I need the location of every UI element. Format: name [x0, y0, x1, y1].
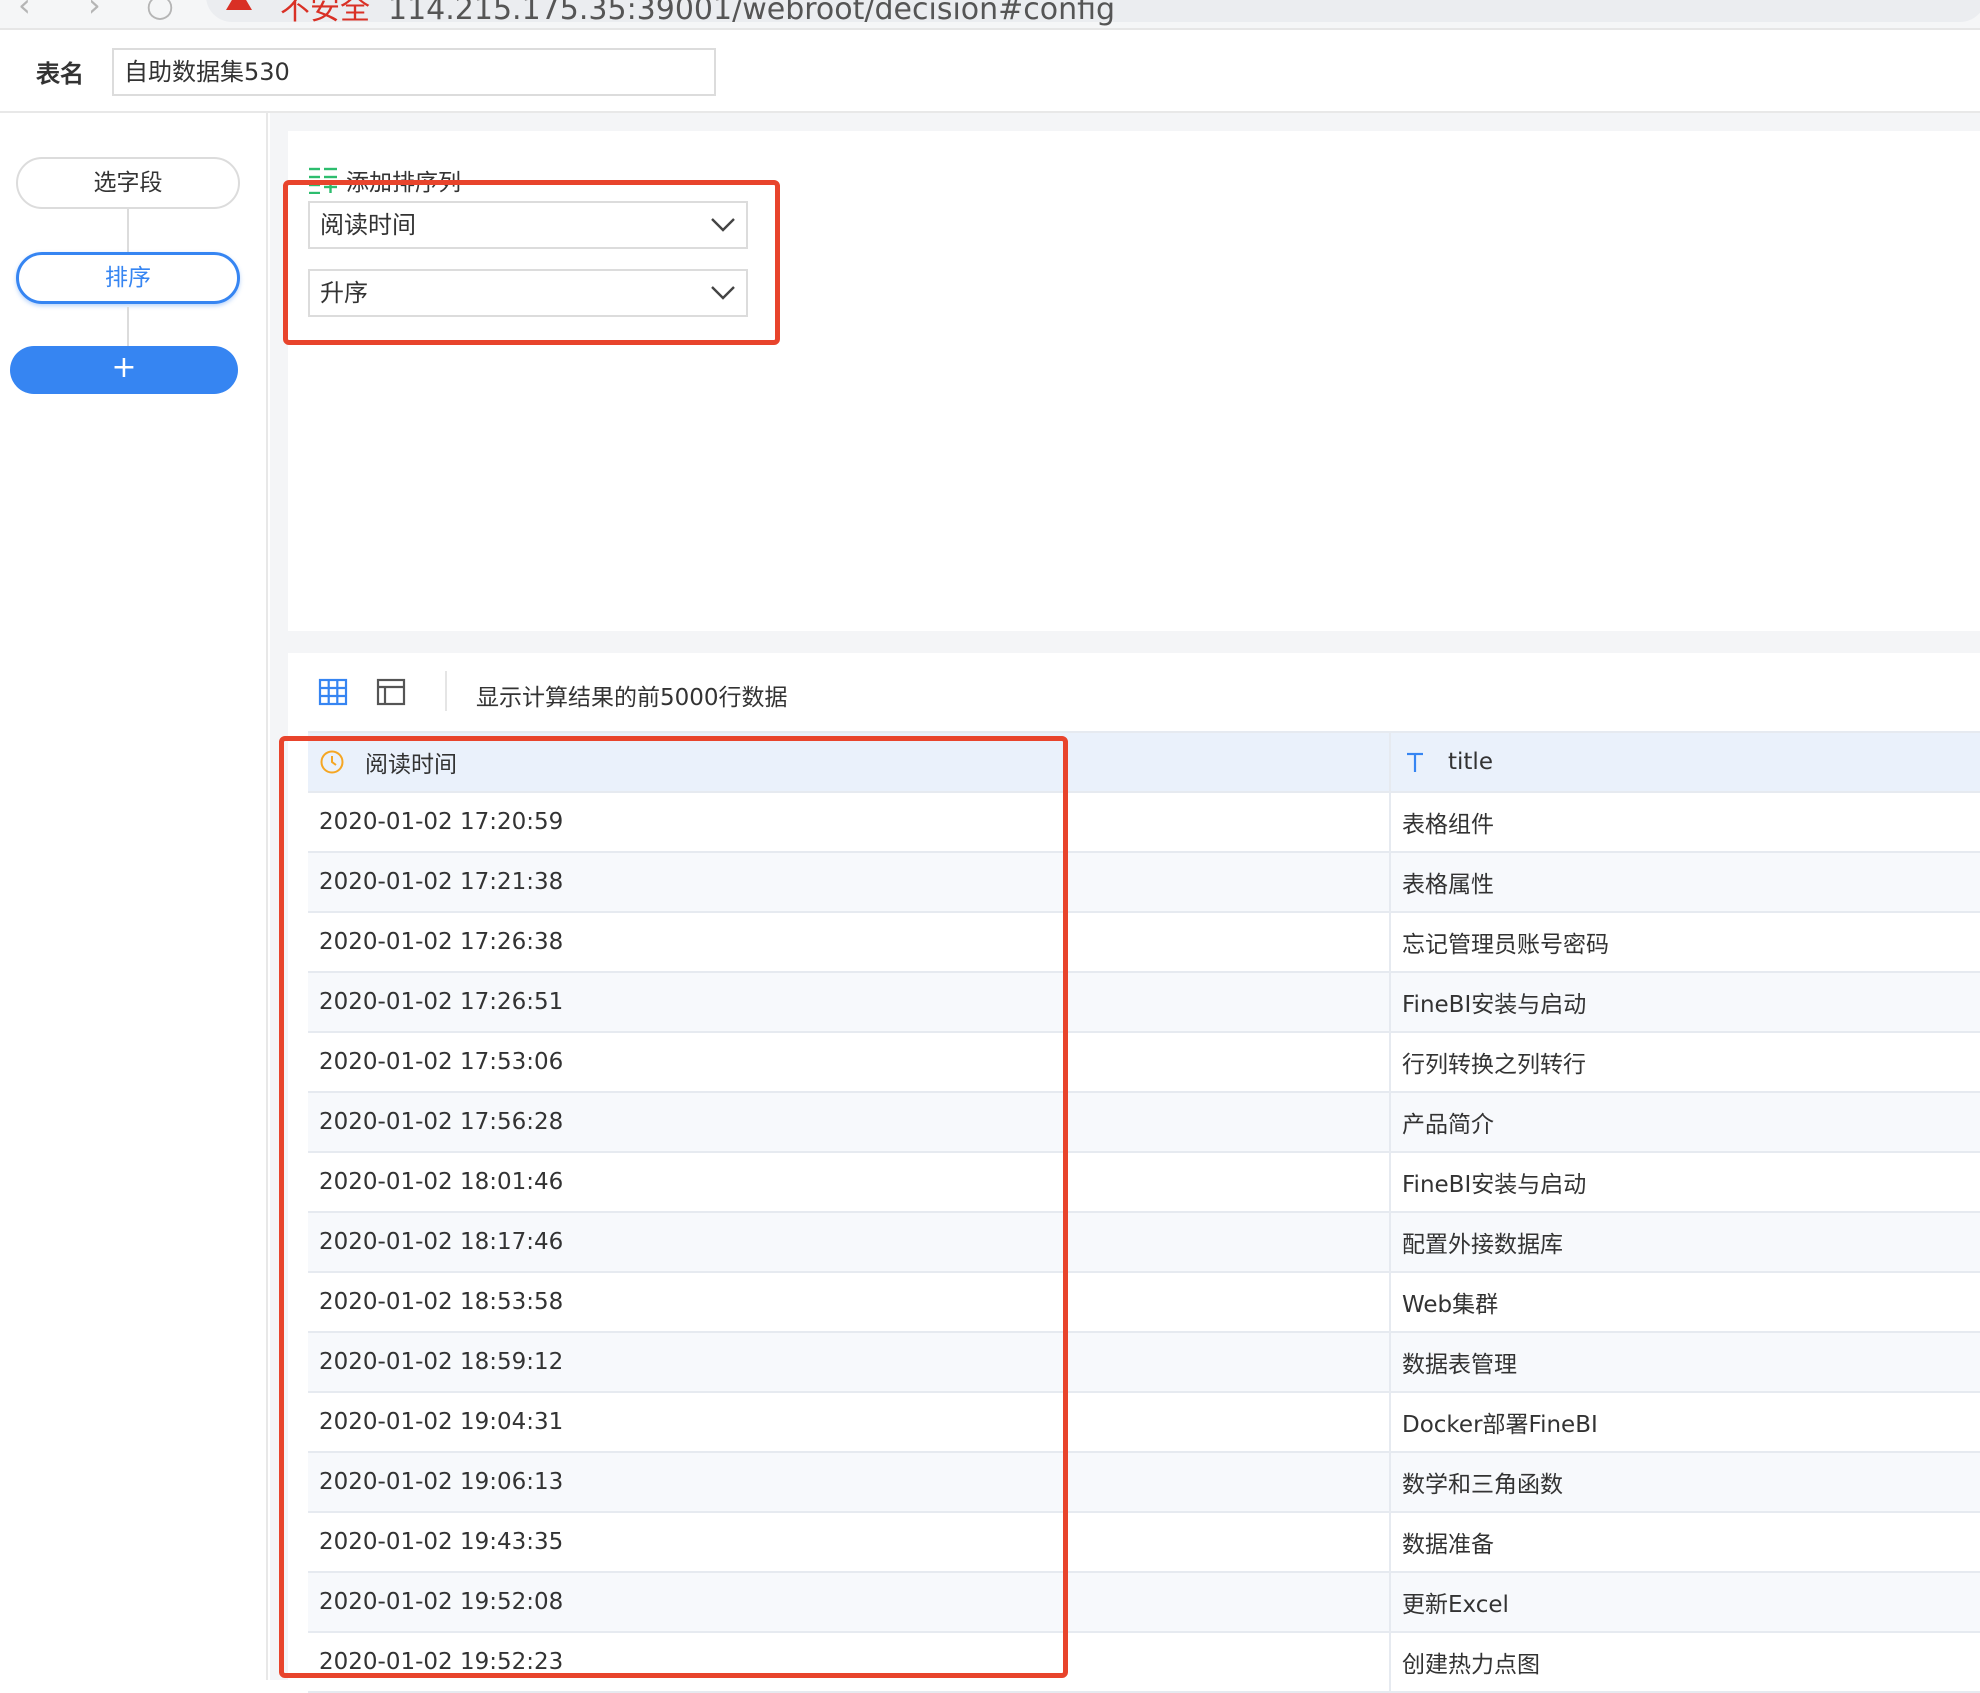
cell-title: Docker部署FineBI: [1389, 1392, 1980, 1453]
cell-title: 行列转换之列转行: [1389, 1032, 1980, 1093]
sort-field-value: 阅读时间: [320, 211, 416, 239]
cell-title: FineBI安装与启动: [1389, 1152, 1980, 1213]
cell-read-time: 2020-01-02 19:43:35: [308, 1512, 1390, 1573]
cell-read-time: 2020-01-02 17:20:59: [308, 792, 1390, 853]
step-connector: [127, 307, 129, 346]
url-text[interactable]: 不安全 114.215.175.35:39001/webroot/decision…: [280, 0, 1115, 28]
table-row: 2020-01-02 17:26:51 FineBI安装与启动: [308, 972, 1980, 1033]
reload-icon[interactable]: ○: [146, 0, 174, 24]
clock-icon: [320, 750, 344, 774]
chevron-down-icon: [711, 286, 735, 300]
cell-read-time: 2020-01-02 19:52:23: [308, 1632, 1390, 1693]
column-header-title[interactable]: title: [1389, 731, 1980, 793]
forward-icon[interactable]: ›: [88, 0, 101, 24]
cell-title: 忘记管理员账号密码: [1389, 912, 1980, 973]
table-row: 2020-01-02 18:17:46 配置外接数据库: [308, 1212, 1980, 1273]
back-icon[interactable]: ‹: [18, 0, 31, 24]
preview-toolbar: 显示计算结果的前5000行数据: [288, 653, 1980, 731]
sort-field-select[interactable]: 阅读时间: [308, 201, 748, 249]
cell-read-time: 2020-01-02 17:21:38: [308, 852, 1390, 913]
browser-address-bar: ‹ › ○ 不安全 114.215.175.35:39001/webroot/de…: [0, 0, 1980, 30]
cell-title: 产品简介: [1389, 1092, 1980, 1153]
table-row: 2020-01-02 19:52:08 更新Excel: [308, 1572, 1980, 1633]
column-header-read-time[interactable]: 阅读时间: [308, 731, 1390, 793]
column-header-label: title: [1448, 749, 1493, 775]
cell-title: 数学和三角函数: [1389, 1452, 1980, 1513]
cell-title: 数据表管理: [1389, 1332, 1980, 1393]
table-row: 2020-01-02 19:04:31 Docker部署FineBI: [308, 1392, 1980, 1453]
table-row: 2020-01-02 17:53:06 行列转换之列转行: [308, 1032, 1980, 1093]
warning-icon: [226, 0, 252, 10]
table-body: 2020-01-02 17:20:59 表格组件 2020-01-02 17:21:…: [308, 792, 1980, 1693]
table-view-icon[interactable]: [318, 677, 348, 707]
add-sort-column-button[interactable]: 添加排序列: [308, 165, 461, 196]
cell-read-time: 2020-01-02 19:52:08: [308, 1572, 1390, 1633]
cell-title: 表格属性: [1389, 852, 1980, 913]
table-row: 2020-01-02 17:20:59 表格组件: [308, 792, 1980, 853]
table-row: 2020-01-02 17:26:38 忘记管理员账号密码: [308, 912, 1980, 973]
cell-title: 更新Excel: [1389, 1572, 1980, 1633]
cell-read-time: 2020-01-02 19:06:13: [308, 1452, 1390, 1513]
cell-read-time: 2020-01-02 18:01:46: [308, 1152, 1390, 1213]
table-row: 2020-01-02 18:01:46 FineBI安装与启动: [308, 1152, 1980, 1213]
cell-read-time: 2020-01-02 18:17:46: [308, 1212, 1390, 1273]
table-row: 2020-01-02 18:53:58 Web集群: [308, 1272, 1980, 1333]
add-sort-icon: [309, 167, 337, 194]
table-row: 2020-01-02 18:59:12 数据表管理: [308, 1332, 1980, 1393]
cell-title: 表格组件: [1389, 792, 1980, 853]
security-warning: 不安全: [280, 0, 370, 27]
table-row: 2020-01-02 17:56:28 产品简介: [308, 1092, 1980, 1153]
sort-order-value: 升序: [320, 279, 368, 307]
table-row: 2020-01-02 19:43:35 数据准备: [308, 1512, 1980, 1573]
step-select-fields[interactable]: 选字段: [16, 157, 240, 209]
cell-read-time: 2020-01-02 18:53:58: [308, 1272, 1390, 1333]
table-name-label: 表名: [36, 60, 84, 88]
layout-view-icon[interactable]: [376, 677, 406, 707]
cell-title: FineBI安装与启动: [1389, 972, 1980, 1033]
table-row: 2020-01-02 19:52:23 创建热力点图: [308, 1632, 1980, 1693]
url-value: 114.215.175.35:39001/webroot/decision#co…: [388, 0, 1116, 27]
table-row: 2020-01-02 19:06:13 数学和三角函数: [308, 1452, 1980, 1513]
preview-table: 阅读时间 title 2020-01-02 17:20:59 表格组件 2020…: [308, 731, 1980, 1693]
preview-row-limit-note: 显示计算结果的前5000行数据: [476, 685, 788, 711]
cell-title: 配置外接数据库: [1389, 1212, 1980, 1273]
cell-read-time: 2020-01-02 18:59:12: [308, 1332, 1390, 1393]
cell-title: Web集群: [1389, 1272, 1980, 1333]
step-sort[interactable]: 排序: [16, 252, 240, 304]
cell-read-time: 2020-01-02 17:26:51: [308, 972, 1390, 1033]
cell-read-time: 2020-01-02 19:04:31: [308, 1392, 1390, 1453]
chevron-down-icon: [711, 218, 735, 232]
column-header-label: 阅读时间: [365, 752, 457, 778]
table-row: 2020-01-02 17:21:38 表格属性: [308, 852, 1980, 913]
table-name-input[interactable]: 自助数据集530: [112, 48, 716, 96]
text-type-icon: [1407, 752, 1423, 772]
table-header-row: 阅读时间 title: [308, 731, 1980, 793]
cell-read-time: 2020-01-02 17:56:28: [308, 1092, 1390, 1153]
sort-config-panel: 添加排序列 阅读时间 升序: [288, 131, 1980, 631]
sort-order-select[interactable]: 升序: [308, 269, 748, 317]
preview-panel: 显示计算结果的前5000行数据 阅读时间 title 2020-01-02 17…: [288, 653, 1980, 1693]
cell-title: 数据准备: [1389, 1512, 1980, 1573]
step-connector: [127, 209, 129, 252]
cell-read-time: 2020-01-02 17:53:06: [308, 1032, 1390, 1093]
cell-title: 创建热力点图: [1389, 1632, 1980, 1693]
step-sidebar: 选字段 排序 +: [0, 113, 268, 1680]
toolbar-divider: [445, 671, 447, 711]
add-sort-column-label: 添加排序列: [346, 170, 461, 196]
add-step-button[interactable]: +: [10, 346, 238, 394]
table-name-row: 表名 自助数据集530: [0, 30, 1980, 113]
main-content: 添加排序列 阅读时间 升序 显示计算结果的前5000行数据 阅读时间 title…: [270, 113, 1980, 1693]
cell-read-time: 2020-01-02 17:26:38: [308, 912, 1390, 973]
